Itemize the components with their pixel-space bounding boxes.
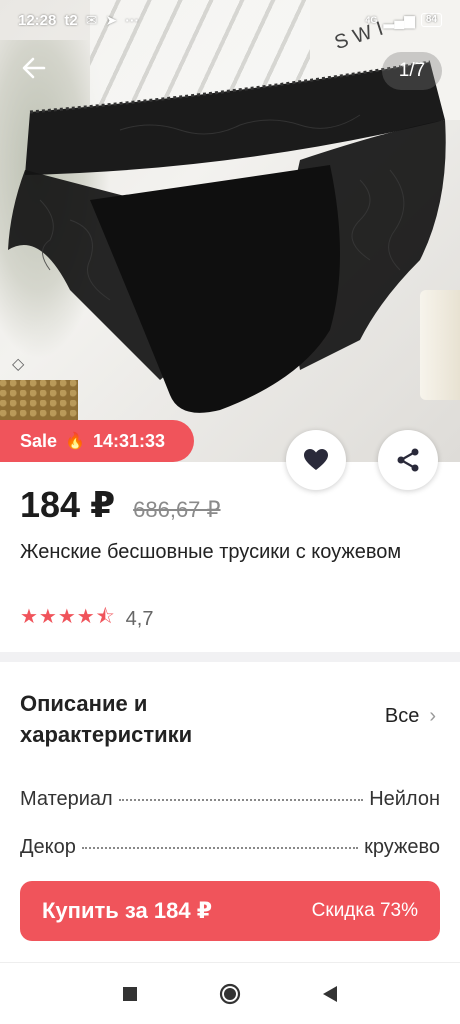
home-button[interactable] bbox=[215, 979, 245, 1009]
system-nav-bar bbox=[0, 962, 460, 1024]
telegram-icon: ➤ bbox=[105, 11, 118, 28]
status-time: 12:28 bbox=[18, 11, 57, 29]
see-all-link[interactable]: Все › bbox=[385, 705, 436, 728]
more-icon: ··· bbox=[125, 12, 140, 28]
arrow-left-icon bbox=[22, 57, 46, 79]
spec-row: Декор кружево bbox=[20, 836, 440, 859]
rating[interactable]: ★★★★⯪ 4,7 bbox=[20, 602, 153, 636]
buy-button[interactable]: Купить за 184 ₽ Скидка 73% bbox=[20, 881, 440, 941]
battery-level: 84 bbox=[420, 13, 442, 27]
favorite-button[interactable] bbox=[286, 430, 346, 490]
discount-label: Скидка 73% bbox=[311, 900, 418, 921]
current-price: 184 ₽ bbox=[20, 484, 116, 525]
section-divider bbox=[0, 652, 460, 662]
share-icon bbox=[397, 448, 419, 472]
network-label: 4G bbox=[365, 15, 378, 25]
flame-icon: 🔥 bbox=[65, 433, 85, 450]
circle-icon bbox=[219, 983, 241, 1004]
square-icon bbox=[123, 986, 137, 1001]
sale-label: Sale bbox=[20, 430, 58, 451]
signal-icon: ▂▄▆ bbox=[383, 11, 415, 28]
sale-badge: Sale 🔥 14:31:33 bbox=[0, 420, 194, 462]
spec-name: Декор bbox=[20, 836, 76, 858]
price-row: 184 ₽ 686,67 ₽ bbox=[20, 484, 221, 526]
spec-value: кружево bbox=[364, 836, 440, 858]
share-button[interactable] bbox=[378, 430, 438, 490]
status-carrier: t2 bbox=[64, 11, 78, 29]
triangle-left-icon bbox=[323, 985, 337, 1002]
spec-dots bbox=[118, 799, 364, 801]
back-button[interactable] bbox=[20, 54, 56, 90]
spec-name: Материал bbox=[20, 788, 113, 810]
rating-value: 4,7 bbox=[125, 607, 154, 630]
spec-row: Материал Нейлон bbox=[20, 788, 440, 811]
see-all-label: Все bbox=[384, 705, 420, 727]
old-price: 686,67 ₽ bbox=[133, 497, 221, 522]
gmail-icon: ✉ bbox=[85, 11, 98, 28]
system-back-button[interactable] bbox=[315, 979, 345, 1009]
product-title: Женские бесшовные трусики с коужевом bbox=[20, 541, 402, 563]
sale-timer: 14:31:33 bbox=[92, 430, 166, 451]
heart-icon bbox=[304, 449, 328, 470]
spec-value: Нейлон bbox=[369, 788, 440, 810]
spec-dots bbox=[81, 847, 359, 849]
image-counter: 1/7 bbox=[382, 52, 442, 90]
star-icon: ★★★★⯪ bbox=[20, 606, 116, 628]
status-bar: 12:28 t2 ✉ ➤ ··· 4G ▂▄▆ 84 bbox=[0, 0, 460, 40]
chevron-right-icon: › bbox=[429, 705, 436, 727]
buy-label: Купить за 184 ₽ bbox=[42, 898, 213, 923]
recent-apps-button[interactable] bbox=[115, 979, 145, 1009]
description-title: Описание и характеристики bbox=[20, 691, 193, 747]
